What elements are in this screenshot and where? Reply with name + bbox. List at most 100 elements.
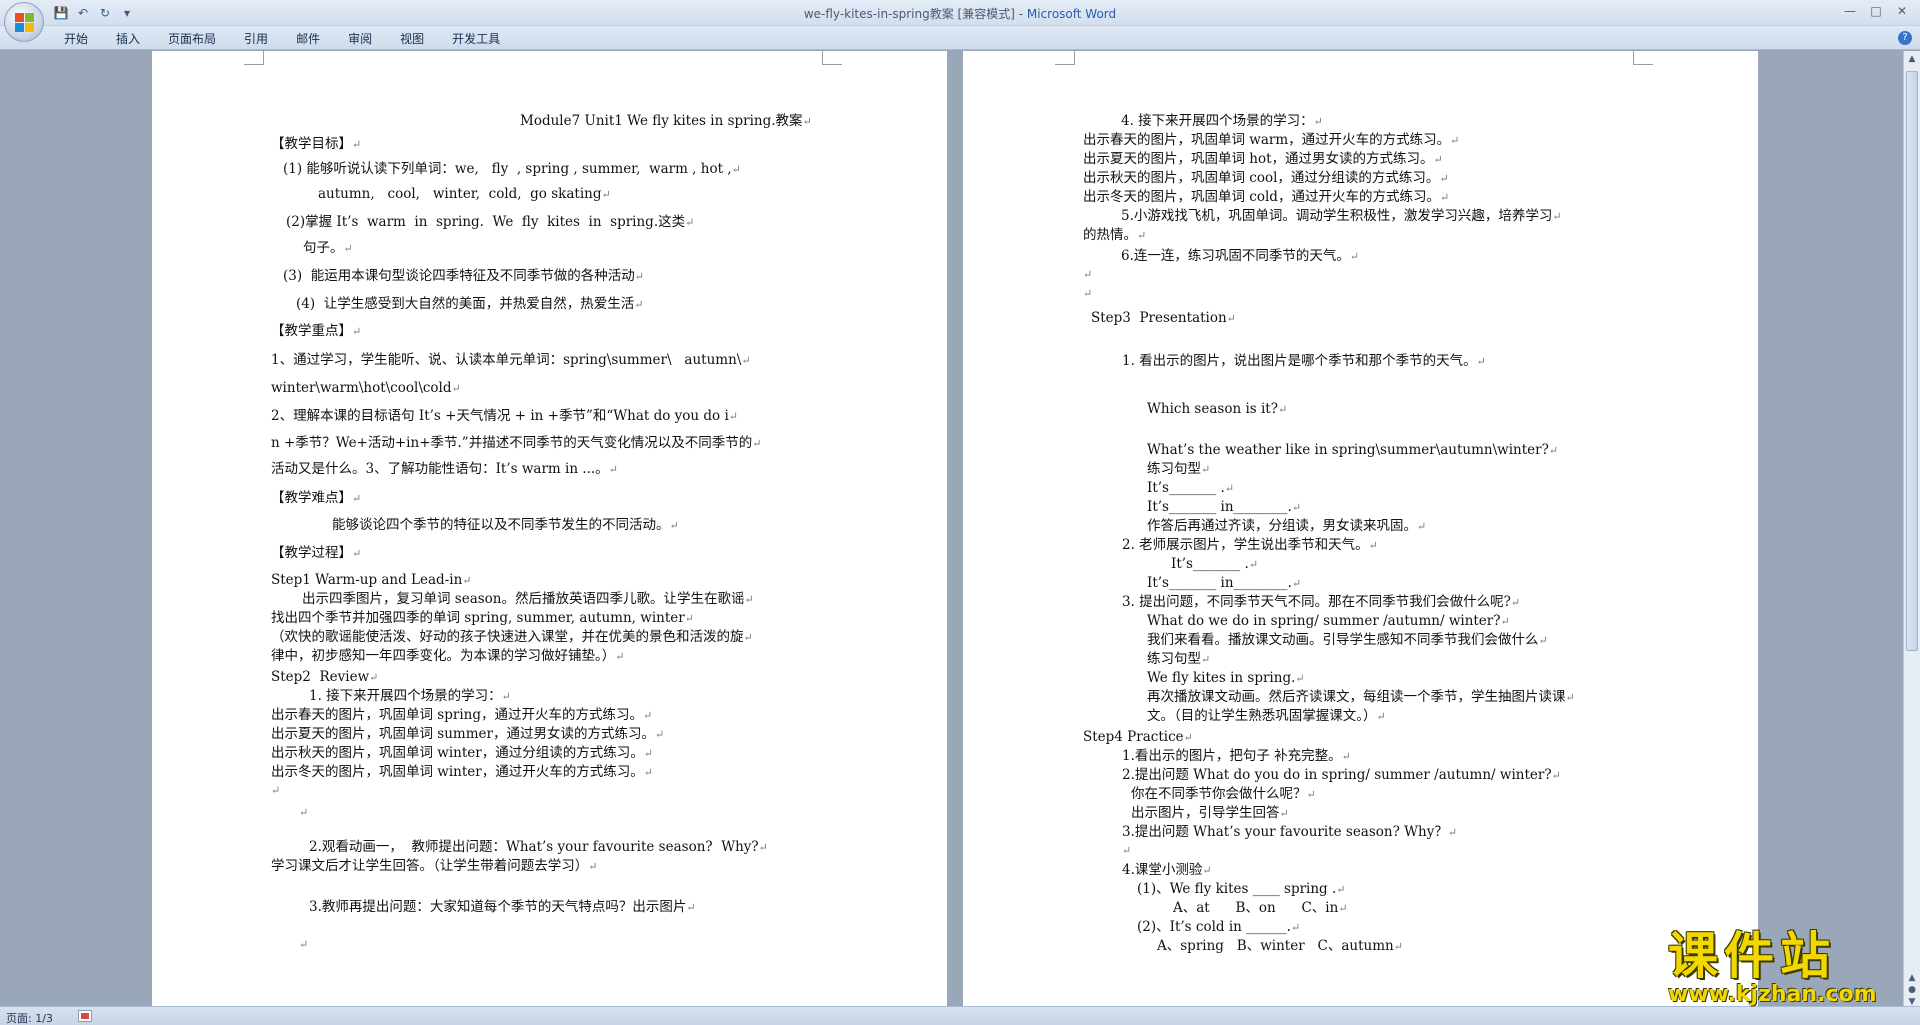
vertical-scrollbar[interactable]: ▲ ▲ ● ▼ <box>1903 51 1920 1007</box>
document-line[interactable]: Step4 Practice↵ <box>1083 728 1193 747</box>
document-line[interactable]: A、at B、on C、in↵ <box>1173 899 1348 918</box>
document-page-2[interactable]: 4. 接下来开展四个场景的学习：↵ 出示春天的图片，巩固单词 warm，通过开火车… <box>963 51 1758 1006</box>
document-line[interactable]: It’s_______ in________.↵ <box>1147 574 1301 593</box>
line-text: 3.提出问题 What’s your favourite season? Why… <box>1122 824 1448 840</box>
document-line[interactable]: 我们来看看。播放课文动画。引导学生感知不同季节我们会做什么↵ <box>1147 631 1548 650</box>
help-icon[interactable]: ? <box>1898 31 1912 45</box>
paragraph-mark-icon: ↵ <box>608 463 618 476</box>
document-line[interactable]: Step2 Review↵ <box>271 668 378 687</box>
document-line[interactable]: 出示冬天的图片，巩固单词 cold，通过开火车的方式练习。↵ <box>1083 188 1449 207</box>
document-line[interactable]: What do we do in spring/ summer /autumn/… <box>1147 612 1510 631</box>
document-line[interactable]: 练习句型↵ <box>1147 460 1210 479</box>
proofing-icon[interactable] <box>78 1010 92 1022</box>
document-line[interactable]: 活动又是什么。3、了解功能性语句：It’s warm in ...。↵ <box>271 460 618 479</box>
document-line[interactable]: 【教学过程】↵ <box>271 544 361 563</box>
document-line[interactable]: 2.观看动画一， 教师提出问题：What’s your favourite se… <box>309 838 768 857</box>
browse-object-icon[interactable]: ● <box>1906 984 1918 996</box>
document-line[interactable]: 作答后再通过齐读，分组读，男女读来巩固。↵ <box>1147 517 1426 536</box>
ribbon-tab[interactable]: 引用 <box>230 30 282 48</box>
ribbon-tab[interactable]: 开发工具 <box>438 30 514 48</box>
document-line[interactable]: 1. 接下来开展四个场景的学习：↵ <box>309 687 511 706</box>
document-line[interactable]: 出示秋天的图片，巩固单词 cool，通过分组读的方式练习。↵ <box>1083 169 1449 188</box>
document-line[interactable]: 1. 看出示的图片，说出图片是哪个季节和那个季节的天气。↵ <box>1122 352 1486 371</box>
document-line[interactable]: autumn, cool, winter, cold, go skating↵ <box>318 185 611 204</box>
document-line[interactable]: 出示夏天的图片，巩固单词 hot，通过男女读的方式练习。↵ <box>1083 150 1443 169</box>
minimize-icon[interactable]: — <box>1838 2 1862 20</box>
paragraph-mark-icon: ↵ <box>1295 672 1305 685</box>
document-line[interactable]: 出示春天的图片，巩固单词 spring，通过开火车的方式练习。↵ <box>271 706 652 725</box>
document-line[interactable]: Step1 Warm-up and Lead-in↵ <box>271 571 472 590</box>
document-line[interactable]: It’s_______ .↵ <box>1171 555 1258 574</box>
document-line[interactable]: 2.提出问题 What do you do in spring/ summer … <box>1122 766 1561 785</box>
ribbon-tab[interactable]: 邮件 <box>282 30 334 48</box>
document-line[interactable]: 1.看出示的图片，把句子 补充完整。↵ <box>1122 747 1351 766</box>
document-page-1[interactable]: Module7 Unit1 We fly kites in spring.教案↵… <box>152 51 947 1006</box>
document-line[interactable]: 2. 老师展示图片，学生说出季节和天气。↵ <box>1122 536 1378 555</box>
document-line[interactable]: 4.课堂小测验↵ <box>1122 861 1212 880</box>
document-line[interactable]: 【教学难点】↵ <box>271 489 361 508</box>
ribbon: 开始 插入 页面布局 引用 邮件 审阅 视图 开发工具 ? <box>0 26 1920 50</box>
paragraph-mark-icon: ↵ <box>1248 558 1259 571</box>
document-line[interactable]: 【教学重点】↵ <box>271 322 361 341</box>
document-line[interactable]: A、spring B、winter C、autumn↵ <box>1157 937 1403 956</box>
document-line[interactable]: 3. 提出问题，不同季节天气不同。那在不同季节我们会做什么呢?↵ <box>1122 593 1520 612</box>
document-line[interactable]: (4) 让学生感受到大自然的美面，并热爱自然，热爱生活↵ <box>296 295 643 314</box>
document-line[interactable]: 的热情。↵ <box>1083 226 1146 245</box>
line-text: Step3 Presentation <box>1091 310 1227 326</box>
document-line[interactable]: 学习课文后才让学生回答。（让学生带着问题去学习）↵ <box>271 857 597 876</box>
ribbon-tab[interactable]: 开始 <box>50 30 102 48</box>
document-line[interactable]: We fly kites in spring.↵ <box>1147 669 1305 688</box>
document-line[interactable]: 出示夏天的图片，巩固单词 summer，通过男女读的方式练习。↵ <box>271 725 664 744</box>
office-button[interactable] <box>4 2 44 42</box>
document-line[interactable]: 【教学目标】↵ <box>271 135 361 154</box>
scroll-thumb[interactable] <box>1906 71 1918 651</box>
document-line[interactable]: (1)、We fly kites ____ spring .↵ <box>1137 880 1346 899</box>
document-line[interactable]: 2、理解本课的目标语句 It’s +天气情况 + in +季节”和“What d… <box>271 407 738 426</box>
document-line[interactable]: 出示秋天的图片，巩固单词 winter，通过分组读的方式练习。↵ <box>271 744 653 763</box>
document-line[interactable]: (2)、It’s cold in ______.↵ <box>1137 918 1300 937</box>
ribbon-tab[interactable]: 页面布局 <box>154 30 230 48</box>
page-indicator[interactable]: 页面: 1/3 <box>6 1010 53 1025</box>
document-line[interactable]: Which season is it?↵ <box>1147 400 1287 419</box>
document-line[interactable]: n +季节？We+活动+in+季节.”并描述不同季节的天气变化情况以及不同季节的… <box>271 434 761 453</box>
document-line[interactable]: 1、通过学习，学生能听、说、认读本单元单词：spring\summer\ aut… <box>271 351 751 370</box>
maximize-icon[interactable]: □ <box>1864 2 1888 20</box>
line-text: 1.看出示的图片，把句子 补充完整。 <box>1122 748 1342 764</box>
document-line[interactable]: 再次播放课文动画。然后齐读课文，每组读一个季节，学生抽图片读课↵ <box>1147 688 1575 707</box>
paragraph-mark-icon: ↵ <box>1510 596 1521 609</box>
document-line[interactable]: What’s the weather like in spring\summer… <box>1147 441 1558 460</box>
document-line[interactable]: (3) 能运用本课句型谈论四季特征及不同季节做的各种活动↵ <box>283 267 644 286</box>
document-line[interactable]: （欢快的歌谣能使活泼、好动的孩子快速进入课堂，并在优美的景色和活泼的旋↵ <box>271 628 753 647</box>
document-line[interactable]: 4. 接下来开展四个场景的学习：↵ <box>1121 112 1323 131</box>
document-line[interactable]: 句子。↵ <box>303 239 353 258</box>
document-line[interactable]: 3.提出问题 What’s your favourite season? Why… <box>1122 823 1457 842</box>
document-line[interactable]: winter\warm\hot\cool\cold↵ <box>271 379 461 398</box>
document-line[interactable]: 3.教师再提出问题：大家知道每个季节的天气特点吗？出示图片↵ <box>309 898 696 917</box>
close-icon[interactable]: ✕ <box>1890 2 1914 20</box>
document-line[interactable]: 出示图片，引导学生回答↵ <box>1131 804 1289 823</box>
document-line[interactable]: 能够谈论四个季节的特征以及不同季节发生的不同活动。↵ <box>332 516 679 535</box>
document-line[interactable]: 出示冬天的图片，巩固单词 winter，通过开火车的方式练习。↵ <box>271 763 653 782</box>
document-line[interactable]: 律中，初步感知一年四季变化。为本课的学习做好铺垫。）↵ <box>271 647 624 666</box>
document-line[interactable]: 你在不同季节你会做什么呢？↵ <box>1131 785 1316 804</box>
document-line[interactable]: 练习句型↵ <box>1147 650 1210 669</box>
ribbon-tab[interactable]: 审阅 <box>334 30 386 48</box>
document-line[interactable]: 5.小游戏找飞机，巩固单词。调动学生积极性，激发学习兴趣，培养学习↵ <box>1121 207 1562 226</box>
ribbon-tab[interactable]: 视图 <box>386 30 438 48</box>
document-line[interactable]: It’s_______ in________.↵ <box>1147 498 1301 517</box>
document-line[interactable]: Module7 Unit1 We fly kites in spring.教案↵ <box>520 112 812 131</box>
paragraph-mark-icon: ↵ <box>634 270 644 283</box>
document-line[interactable]: (2)掌握 It’s warm in spring. We fly kites … <box>286 213 694 232</box>
document-line[interactable]: It’s_______ .↵ <box>1147 479 1234 498</box>
scroll-up-icon[interactable]: ▲ <box>1906 53 1918 65</box>
document-line[interactable]: (1) 能够听说认读下列单词：we, fly , spring , summer… <box>283 160 741 179</box>
document-line[interactable]: 出示四季图片，复习单词 season。然后播放英语四季儿歌。让学生在歌谣↵ <box>302 590 754 609</box>
document-line[interactable]: Step3 Presentation↵ <box>1091 309 1236 328</box>
document-line[interactable]: 出示春天的图片，巩固单词 warm，通过开火车的方式练习。↵ <box>1083 131 1459 150</box>
paragraph-mark-icon: ↵ <box>669 519 679 532</box>
ribbon-tab[interactable]: 插入 <box>102 30 154 48</box>
previous-page-icon[interactable]: ▲ <box>1906 972 1918 984</box>
document-line[interactable]: 找出四个季节并加强四季的单词 spring, summer, autumn, w… <box>271 609 694 628</box>
document-line[interactable]: 6.连一连，练习巩固不同季节的天气。↵ <box>1121 247 1359 266</box>
document-line[interactable]: 文。（目的让学生熟悉巩固掌握课文。）↵ <box>1147 707 1386 726</box>
